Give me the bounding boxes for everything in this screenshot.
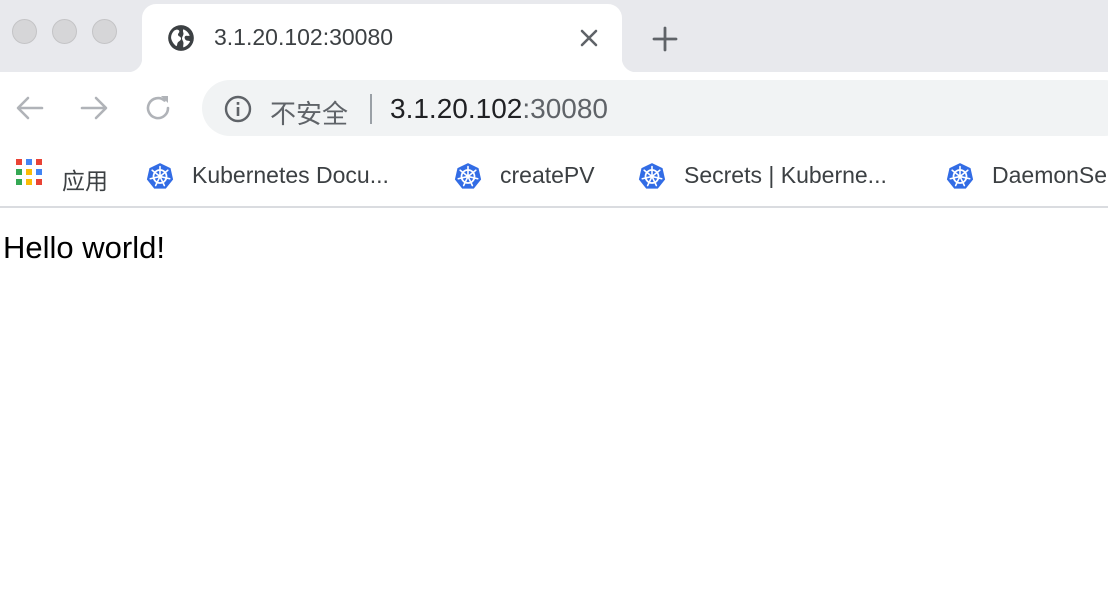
browser-window: 3.1.20.102:30080 不安全 3.1.20.102:30080 应用… [0,0,1108,602]
window-maximize-button[interactable] [92,19,117,44]
forward-button[interactable] [78,92,110,124]
kubernetes-icon [145,162,175,190]
kubernetes-icon [453,162,483,190]
kubernetes-icon [945,162,975,190]
globe-icon [168,25,194,51]
page-text: Hello world! [3,230,165,265]
bookmark-label: Kubernetes Docu... [192,162,389,188]
back-button[interactable] [14,92,46,124]
close-icon[interactable] [578,27,600,49]
url-host: 3.1.20.102 [390,93,523,124]
bookmark-label: DaemonSe [992,162,1108,188]
page-content: Hello world! [0,210,1108,602]
tab-strip: 3.1.20.102:30080 [0,0,1108,72]
url-port: :30080 [522,93,608,124]
new-tab-button[interactable] [650,24,680,54]
omnibox-divider [370,94,372,124]
active-tab[interactable]: 3.1.20.102:30080 [128,4,636,72]
window-close-button[interactable] [12,19,37,44]
bookmark-label: createPV [500,162,595,188]
window-minimize-button[interactable] [52,19,77,44]
bookmark-label: Secrets | Kuberne... [684,162,887,188]
security-label[interactable]: 不安全 [270,94,348,131]
bookmark-label: 应用 [62,168,108,194]
info-icon[interactable] [223,94,253,124]
url-text[interactable]: 3.1.20.102:30080 [390,93,608,125]
bookmarks-bar: 应用 Kubernetes Docu... createPV Secrets |… [0,144,1108,208]
toolbar: 不安全 3.1.20.102:30080 [0,72,1108,144]
address-bar[interactable]: 不安全 3.1.20.102:30080 [202,80,1108,136]
apps-grid-icon [16,159,44,187]
tab-title: 3.1.20.102:30080 [214,24,394,50]
kubernetes-icon [637,162,667,190]
reload-button[interactable] [142,92,174,124]
